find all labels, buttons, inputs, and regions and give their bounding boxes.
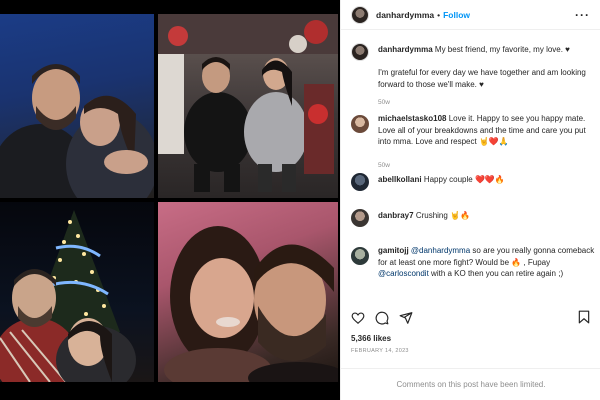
comment-text: with a KO then you can retire again ;) xyxy=(431,269,564,278)
comment-icon[interactable] xyxy=(375,311,389,325)
heart-icon[interactable] xyxy=(351,311,365,325)
comment-username[interactable]: gamitojj xyxy=(378,246,409,255)
caption-text-line2: I'm grateful for every day we have toget… xyxy=(378,68,586,89)
avatar[interactable] xyxy=(351,173,369,191)
avatar[interactable] xyxy=(351,5,369,24)
avatar[interactable] xyxy=(351,43,369,61)
comment-username[interactable]: danbray7 xyxy=(378,211,414,220)
post-media[interactable] xyxy=(0,0,340,400)
comments-limited-notice: Comments on this post have been limited. xyxy=(341,368,600,400)
header-username[interactable]: danhardymma xyxy=(376,10,434,20)
comment-text: Happy couple ❤️❤️🔥 xyxy=(423,175,505,184)
post-side-panel: danhardymma • Follow ··· danhardymma My … xyxy=(340,0,600,400)
like-count[interactable]: 5,366 likes xyxy=(351,334,391,343)
comment-username[interactable]: michaelstasko108 xyxy=(378,114,447,123)
photo-selfie-night xyxy=(0,14,154,198)
post-date[interactable]: FEBRUARY 14, 2023 xyxy=(351,348,409,354)
photo-couple-closeup xyxy=(158,202,338,382)
avatar[interactable] xyxy=(351,247,369,265)
comment-text: Crushing 🤘🔥 xyxy=(415,211,470,220)
ellipsis-icon[interactable]: ··· xyxy=(575,8,590,22)
caption-time: 50w xyxy=(378,99,390,106)
comments-list[interactable]: danhardymma My best friend, my favorite,… xyxy=(341,31,600,306)
bookmark-icon[interactable] xyxy=(578,310,590,329)
separator-dot: • xyxy=(437,9,441,20)
instagram-post: danhardymma • Follow ··· danhardymma My … xyxy=(0,0,600,400)
follow-button[interactable]: Follow xyxy=(443,10,470,20)
caption-username[interactable]: danhardymma xyxy=(378,45,433,54)
comment-mention[interactable]: @carloscondit xyxy=(378,269,429,278)
caption-text-line1: My best friend, my favorite, my love. ♥ xyxy=(434,45,570,54)
share-icon[interactable] xyxy=(399,311,413,325)
photo-couple-sitting xyxy=(158,14,338,198)
photo-christmas-tree-selfie xyxy=(0,202,154,382)
comment-username[interactable]: abellkollani xyxy=(378,175,422,184)
comment-time: 50w xyxy=(378,162,390,169)
avatar[interactable] xyxy=(351,209,369,227)
avatar[interactable] xyxy=(351,115,369,133)
comment-mention[interactable]: @danhardymma xyxy=(411,246,470,255)
action-bar xyxy=(351,310,413,326)
post-header: danhardymma • Follow ··· xyxy=(341,0,600,30)
